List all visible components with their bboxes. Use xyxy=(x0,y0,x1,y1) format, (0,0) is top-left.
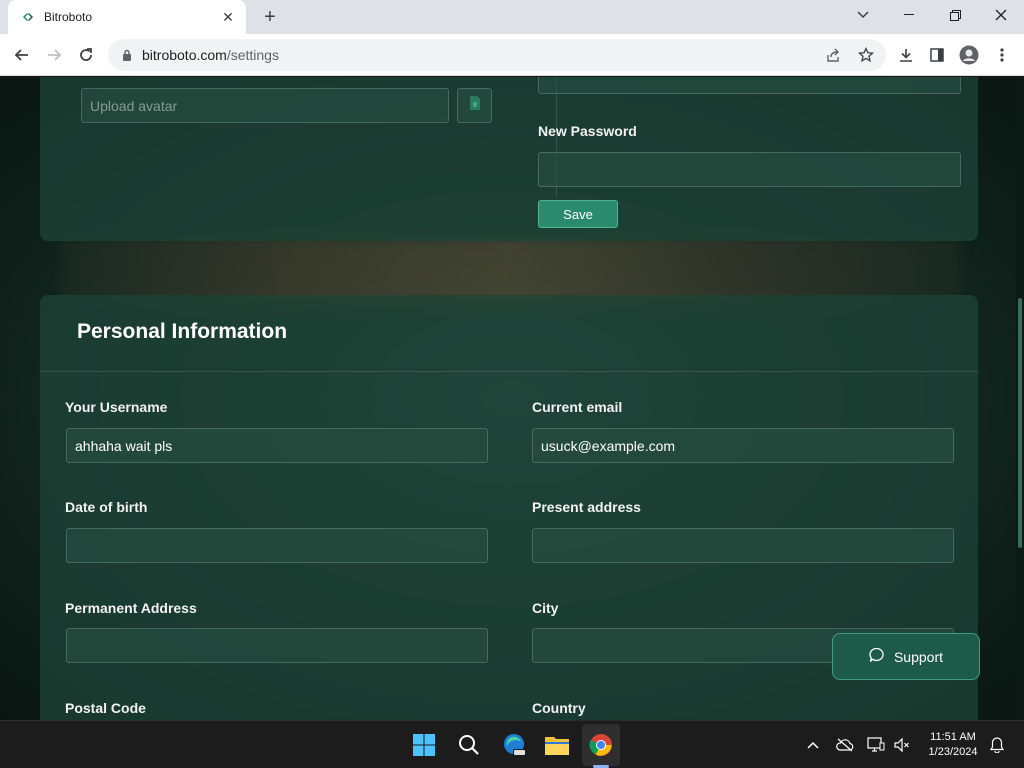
notification-bell-icon[interactable] xyxy=(987,735,1007,755)
restore-icon[interactable] xyxy=(932,0,978,30)
support-button[interactable]: Support xyxy=(832,633,980,680)
email-label: Current email xyxy=(532,399,623,415)
tab-title: Bitroboto xyxy=(44,10,93,24)
clock-date: 1/23/2024 xyxy=(928,746,978,758)
close-window-icon[interactable] xyxy=(978,0,1024,30)
url-text: bitroboto.com/settings xyxy=(142,47,279,63)
edge-beta-icon[interactable] xyxy=(498,729,530,761)
dob-input[interactable] xyxy=(66,528,488,563)
tab-search-chevron-icon[interactable] xyxy=(840,0,886,30)
browser-tab[interactable]: Bitroboto ✕ xyxy=(8,0,246,34)
profile-avatar-icon[interactable] xyxy=(956,42,982,68)
permanent-address-label: Permanent Address xyxy=(65,600,197,616)
new-password-label: New Password xyxy=(538,123,637,139)
country-label: Country xyxy=(532,700,586,716)
settings-page: Upload avatar New Password Save Personal… xyxy=(0,77,1024,720)
browser-menu-icon[interactable] xyxy=(989,42,1015,68)
support-label: Support xyxy=(893,648,944,665)
clock-time: 11:51 AM xyxy=(930,731,976,743)
file-upload-icon xyxy=(469,95,481,116)
upload-avatar-button[interactable] xyxy=(457,88,492,123)
side-panel-icon[interactable] xyxy=(924,42,950,68)
download-icon[interactable] xyxy=(893,42,919,68)
section-title: Personal Information xyxy=(77,320,288,343)
bookmark-star-icon[interactable] xyxy=(853,42,879,68)
city-label: City xyxy=(532,600,559,616)
scrollbar-thumb[interactable] xyxy=(1018,298,1022,548)
postal-code-label: Postal Code xyxy=(65,700,146,716)
present-address-input[interactable] xyxy=(532,528,954,563)
file-explorer-icon[interactable] xyxy=(541,729,573,761)
reload-icon[interactable] xyxy=(73,42,99,68)
browser-toolbar: bitroboto.com/settings xyxy=(0,34,1024,76)
username-input[interactable]: ahhaha wait pls xyxy=(66,428,488,463)
new-tab-icon[interactable]: + xyxy=(258,6,282,28)
lock-icon[interactable] xyxy=(122,49,132,61)
volume-muted-icon[interactable] xyxy=(892,735,912,755)
minimize-icon[interactable] xyxy=(886,0,932,30)
share-icon[interactable] xyxy=(820,42,846,68)
browser-tab-strip: Bitroboto ✕ + xyxy=(0,0,1024,34)
bitroboto-logo-icon xyxy=(20,9,36,25)
permanent-address-input[interactable] xyxy=(66,628,488,663)
show-hidden-icons-chevron-icon[interactable] xyxy=(803,735,823,755)
save-button[interactable]: Save xyxy=(538,200,618,228)
onedrive-cloud-icon[interactable] xyxy=(835,735,855,755)
new-password-input[interactable] xyxy=(538,152,961,187)
tab-close-icon[interactable]: ✕ xyxy=(220,9,236,25)
chrome-icon[interactable] xyxy=(585,729,617,761)
current-password-input[interactable] xyxy=(538,77,961,94)
section-divider xyxy=(40,371,978,372)
present-address-label: Present address xyxy=(532,499,641,515)
back-icon[interactable] xyxy=(9,42,35,68)
windows-taskbar: 11:51 AM 1/23/2024 xyxy=(0,720,1024,768)
username-label: Your Username xyxy=(65,399,168,415)
chat-bubble-icon xyxy=(869,647,885,666)
upload-avatar-input[interactable]: Upload avatar xyxy=(81,88,449,123)
address-bar[interactable]: bitroboto.com/settings xyxy=(108,39,886,71)
forward-icon[interactable] xyxy=(41,42,67,68)
network-icon[interactable] xyxy=(866,735,886,755)
search-icon[interactable] xyxy=(453,729,485,761)
system-clock[interactable]: 11:51 AM 1/23/2024 xyxy=(918,730,988,760)
email-input[interactable]: usuck@example.com xyxy=(532,428,954,463)
windows-start-icon[interactable] xyxy=(408,729,440,761)
dob-label: Date of birth xyxy=(65,499,148,515)
